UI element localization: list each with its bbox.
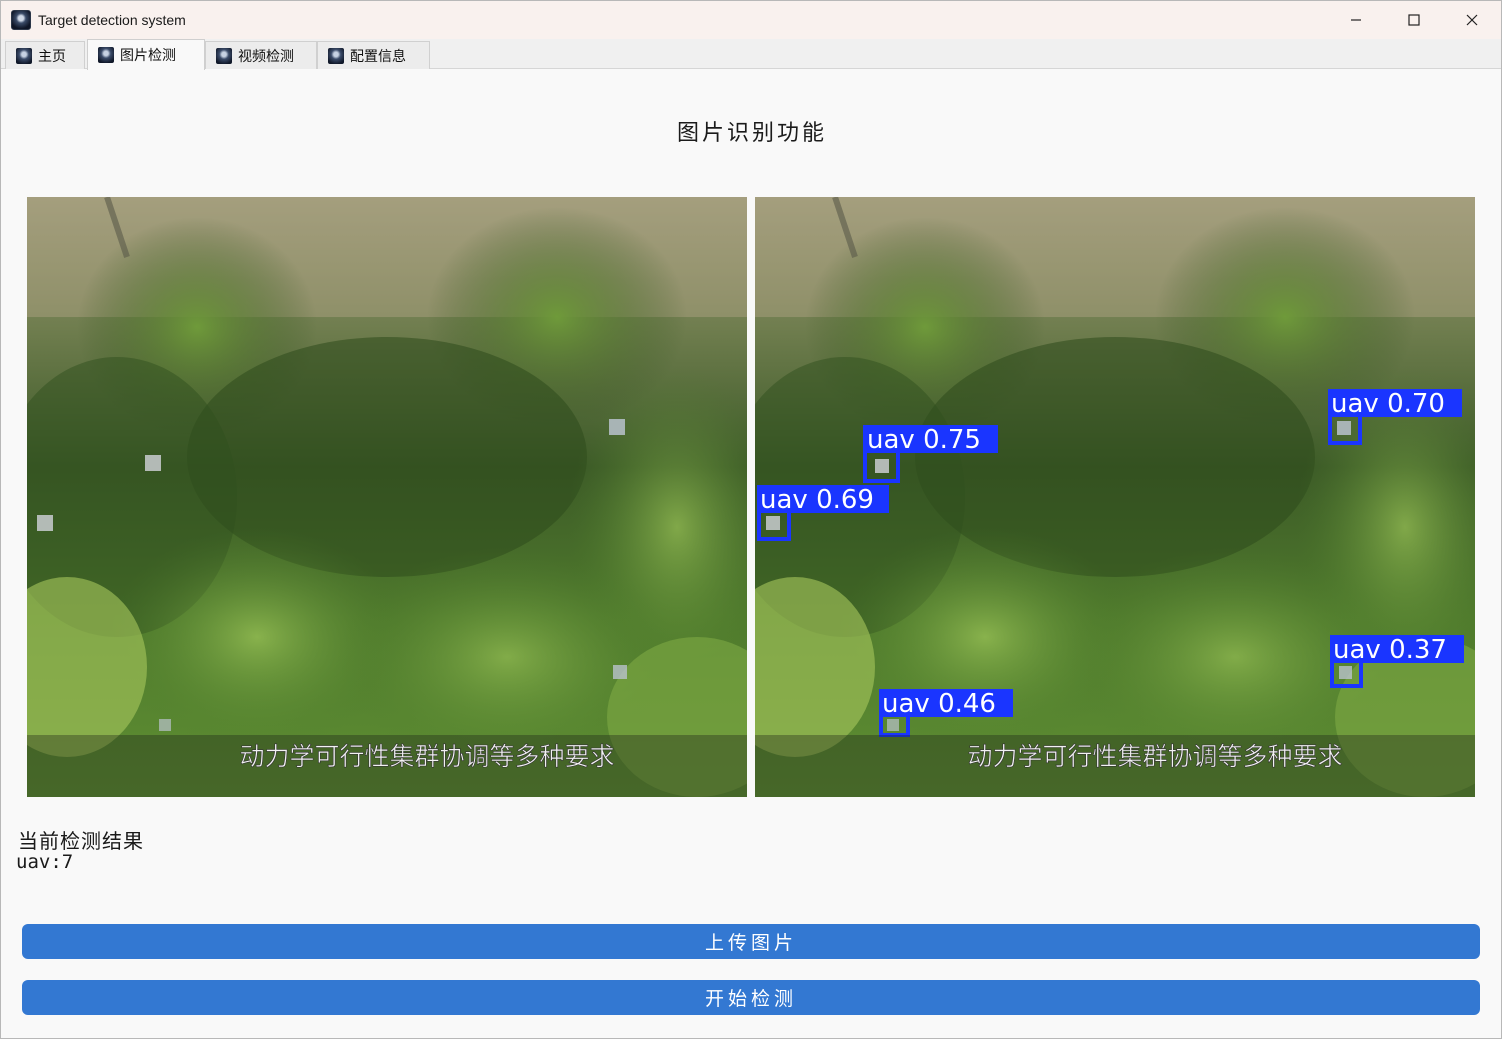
tab-logo-icon [16, 47, 32, 64]
tab-label: 图片检测 [120, 48, 176, 64]
window-controls [1327, 1, 1501, 39]
tab-logo-icon [98, 47, 114, 63]
app-logo-icon [11, 10, 31, 30]
tab-label: 配置信息 [350, 48, 406, 65]
close-button[interactable] [1443, 1, 1501, 39]
title-bar: Target detection system [1, 1, 1501, 39]
detection-label: uav 0.75 [867, 425, 981, 455]
tab-video-detection[interactable]: 视频检测 [205, 41, 317, 69]
tab-config-info[interactable]: 配置信息 [317, 41, 430, 69]
tab-logo-icon [216, 47, 232, 64]
app-window: Target detection system 主页 图片检测 视频检测 配置信… [0, 0, 1502, 1039]
detection-label: uav 0.46 [882, 689, 996, 719]
window-title: Target detection system [38, 12, 186, 28]
maximize-button[interactable] [1385, 1, 1443, 39]
tab-logo-icon [328, 47, 344, 64]
detection-label: uav 0.37 [1333, 635, 1447, 665]
detection-result-label: 当前检测结果 [18, 829, 144, 853]
page-title: 图片识别功能 [676, 121, 827, 146]
detection-label: uav 0.70 [1331, 389, 1445, 419]
upload-image-button[interactable]: 上传图片 [22, 924, 1480, 959]
minimize-button[interactable] [1327, 1, 1385, 39]
detection-result-image: uav 0.75 uav 0.69 uav 0.70 uav 0.37 uav … [755, 197, 1475, 797]
tab-home[interactable]: 主页 [5, 41, 85, 69]
tab-label: 主页 [38, 48, 66, 65]
left-subtitle-caption: 动力学可行性集群协调等多种要求 [239, 742, 614, 771]
minimize-icon [1351, 19, 1361, 21]
original-image: 动力学可行性集群协调等多种要求 [27, 197, 747, 797]
tab-image-detection[interactable]: 图片检测 [87, 39, 205, 70]
detection-result-value: uav:7 [16, 851, 74, 873]
maximize-icon [1408, 14, 1420, 26]
right-subtitle-caption: 动力学可行性集群协调等多种要求 [967, 742, 1342, 771]
detection-label: uav 0.69 [760, 485, 874, 515]
close-icon [1466, 14, 1478, 26]
tab-label: 视频检测 [238, 48, 294, 65]
start-detection-button[interactable]: 开始检测 [22, 980, 1480, 1015]
tab-bar: 主页 图片检测 视频检测 配置信息 [1, 39, 1501, 70]
